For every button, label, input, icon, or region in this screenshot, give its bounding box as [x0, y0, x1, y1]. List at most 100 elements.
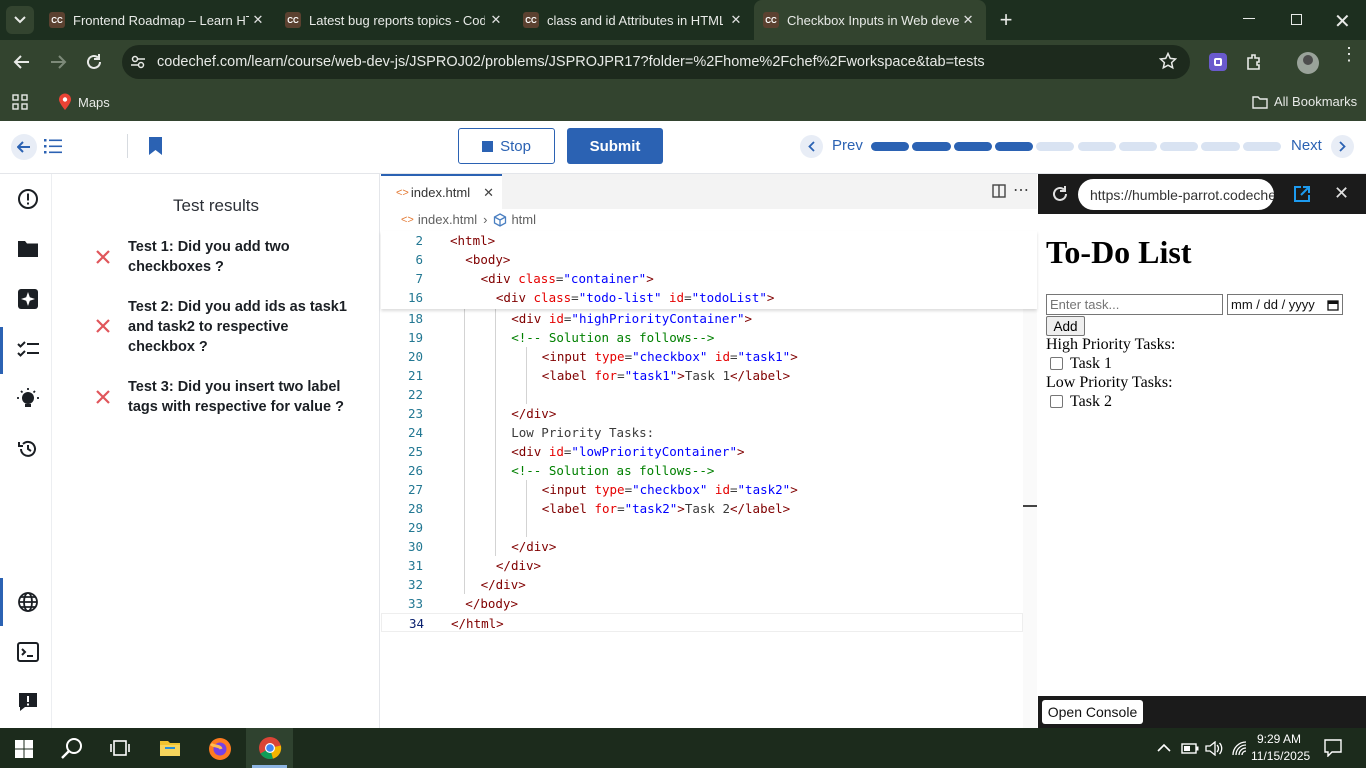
submit-button[interactable]: Submit — [567, 128, 663, 164]
new-tab-button[interactable]: + — [996, 9, 1016, 31]
split-editor-icon[interactable] — [992, 184, 1006, 198]
code-line[interactable]: 7 <div class="container"> — [381, 269, 1023, 288]
tab-close-icon[interactable]: ✕ — [483, 185, 494, 201]
test-results-icon[interactable] — [16, 337, 40, 361]
progress-segment[interactable] — [953, 142, 992, 151]
maps-bookmark[interactable]: Maps — [58, 93, 110, 111]
prev-button[interactable] — [800, 135, 823, 158]
progress-segment[interactable] — [1242, 142, 1281, 151]
preview-url-field[interactable]: https://humble-parrot.codechef — [1078, 179, 1274, 210]
preview-reload-icon[interactable] — [1051, 185, 1069, 203]
progress-segment[interactable] — [1036, 142, 1075, 151]
notifications-icon[interactable] — [1324, 739, 1342, 757]
list-icon[interactable] — [44, 138, 62, 154]
progress-segment[interactable] — [1201, 142, 1240, 151]
progress-segment[interactable] — [912, 142, 951, 151]
browser-tab-3[interactable]: CC class and id Attributes in HTML ✕ — [514, 0, 754, 40]
clock[interactable]: 9:29 AM 11/15/2025 — [1251, 731, 1310, 765]
code-line[interactable]: 19 <!-- Solution as follows--> — [381, 328, 1023, 347]
progress-segment[interactable] — [1118, 142, 1158, 151]
firefox-icon[interactable] — [208, 737, 232, 761]
progress-segment[interactable] — [994, 142, 1034, 151]
dark-mode-icon[interactable] — [78, 137, 96, 155]
open-external-icon[interactable] — [1293, 185, 1311, 203]
back-icon[interactable] — [12, 52, 32, 72]
task2-label[interactable]: Task 2 — [1070, 393, 1112, 411]
task-input[interactable] — [1046, 294, 1223, 315]
volume-icon[interactable] — [1205, 741, 1223, 756]
code-line[interactable]: 32 </div> — [381, 575, 1023, 594]
show-hidden-icons-icon[interactable] — [1157, 743, 1171, 752]
task2-checkbox[interactable] — [1050, 395, 1063, 408]
browser-tab-2[interactable]: CC Latest bug reports topics - CodeChef✕ — [276, 0, 514, 40]
editor-more-icon[interactable]: ⋯ — [1013, 180, 1029, 200]
code-line[interactable]: 20 <input type="checkbox" id="task1"> — [381, 347, 1023, 366]
next-label[interactable]: Next — [1291, 137, 1322, 154]
apps-grid-icon[interactable] — [12, 94, 28, 110]
file-explorer-icon[interactable] — [159, 738, 181, 758]
progress-segment[interactable] — [871, 142, 910, 151]
star-icon[interactable] — [1159, 52, 1177, 70]
code-line[interactable]: 26 <!-- Solution as follows--> — [381, 461, 1023, 480]
history-icon[interactable] — [16, 437, 40, 461]
progress-segment[interactable] — [1160, 142, 1199, 151]
stop-button[interactable]: Stop — [458, 128, 555, 164]
reload-icon[interactable] — [84, 52, 104, 72]
code-line[interactable]: 22 — [381, 385, 1023, 404]
code-line[interactable]: 27 <input type="checkbox" id="task2"> — [381, 480, 1023, 499]
bookmark-icon[interactable] — [148, 136, 163, 156]
code-line[interactable]: 34 </html> — [381, 613, 1023, 632]
files-folder-icon[interactable] — [16, 237, 40, 261]
code-line[interactable]: 21 <label for="task1">Task 1</label> — [381, 366, 1023, 385]
breadcrumb-file[interactable]: index.html — [418, 212, 477, 227]
extensions-puzzle-icon[interactable] — [1244, 52, 1264, 72]
task-view-icon[interactable] — [110, 739, 130, 757]
code-line[interactable]: 23 </div> — [381, 404, 1023, 423]
restore-icon[interactable] — [1291, 14, 1302, 25]
code-line[interactable]: 2 <html> — [381, 231, 1023, 250]
taskbar-search-icon[interactable] — [61, 737, 83, 759]
address-bar[interactable]: codechef.com/learn/course/web-dev-js/JSP… — [122, 45, 1190, 79]
code-line[interactable]: 29 — [381, 518, 1023, 537]
more-menu-icon[interactable]: ⋮ — [1340, 45, 1358, 63]
back-arrow-button[interactable] — [11, 134, 37, 160]
hint-bulb-icon[interactable] — [16, 387, 40, 411]
task1-label[interactable]: Task 1 — [1070, 355, 1112, 373]
tab-close-icon[interactable]: ✕ — [960, 12, 976, 28]
all-bookmarks[interactable]: All Bookmarks — [1252, 94, 1357, 109]
editor-tab-index[interactable]: <> index.html ✕ — [381, 174, 502, 209]
window-close-icon[interactable]: ✕ — [1334, 9, 1351, 34]
code-line[interactable]: 24 Low Priority Tasks: — [381, 423, 1023, 442]
wifi-icon[interactable] — [1230, 741, 1248, 756]
code-line[interactable]: 33 </body> — [381, 594, 1023, 613]
ai-sparkle-icon[interactable] — [16, 287, 40, 311]
chrome-taskbar-button[interactable] — [246, 728, 293, 768]
code-line[interactable]: 18 <div id="highPriorityContainer"> — [381, 309, 1023, 328]
site-info-icon[interactable] — [130, 54, 146, 70]
windows-start-icon[interactable] — [15, 740, 33, 758]
code-body[interactable]: 18 <div id="highPriorityContainer"> 19 <!--… — [381, 309, 1037, 639]
task1-checkbox[interactable] — [1050, 357, 1063, 370]
browser-tab-4[interactable]: CC Checkbox Inputs in Web development✕ — [754, 0, 986, 40]
code-line[interactable]: 6 <body> — [381, 250, 1023, 269]
tab-close-icon[interactable]: ✕ — [250, 12, 266, 28]
tab-close-icon[interactable]: ✕ — [728, 12, 744, 28]
breadcrumb-symbol[interactable]: html — [511, 212, 536, 227]
add-button[interactable]: Add — [1046, 316, 1085, 336]
browser-globe-icon[interactable] — [16, 590, 40, 614]
tab-close-icon[interactable]: ✕ — [488, 12, 504, 28]
feedback-icon[interactable] — [16, 690, 40, 714]
extension-icon[interactable] — [1209, 53, 1227, 71]
progress-segment[interactable] — [1077, 142, 1116, 151]
browser-tab-1[interactable]: CC Frontend Roadmap – Learn HTML✕ — [40, 0, 276, 40]
preview-close-icon[interactable]: ✕ — [1334, 183, 1349, 204]
code-line[interactable]: 31 </div> — [381, 556, 1023, 575]
prev-label[interactable]: Prev — [832, 137, 863, 154]
minimize-icon[interactable] — [1243, 18, 1255, 19]
calendar-icon[interactable] — [1327, 299, 1339, 311]
next-button[interactable] — [1331, 135, 1354, 158]
code-line[interactable]: 30 </div> — [381, 537, 1023, 556]
open-console-button[interactable]: Open Console — [1042, 700, 1143, 724]
code-line[interactable]: 16 <div class="todo-list" id="todoList"> — [381, 288, 1023, 307]
problem-info-icon[interactable] — [16, 187, 40, 211]
